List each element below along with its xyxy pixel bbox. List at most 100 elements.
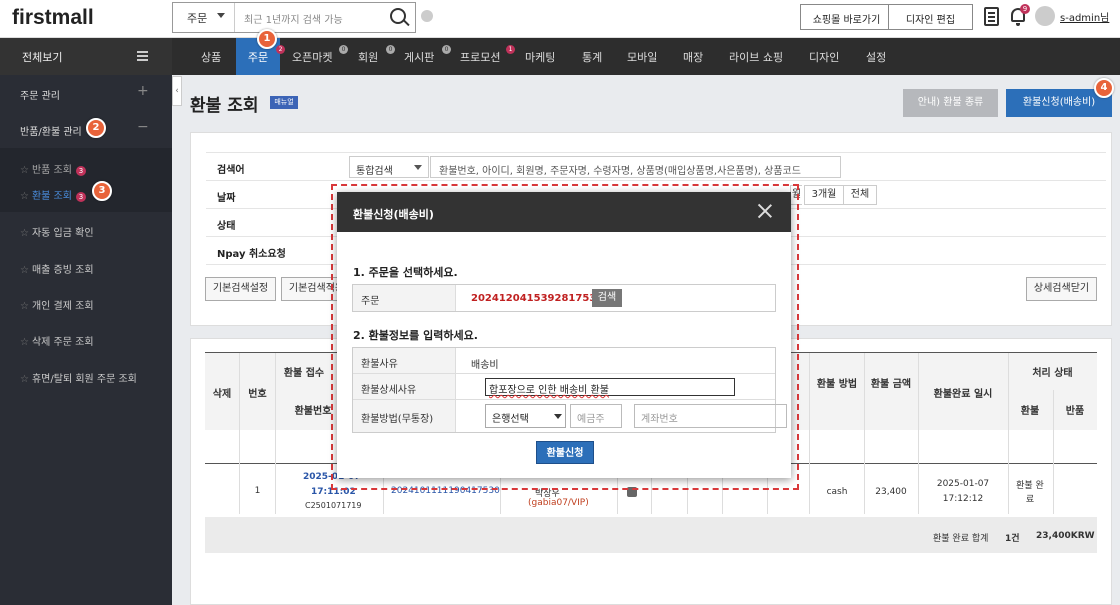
nav-stats[interactable]: 통계 (582, 49, 602, 65)
manual-badge[interactable]: 매뉴얼 (270, 96, 298, 109)
sidebar-collapse-button[interactable]: ‹ (172, 76, 182, 106)
nav-product[interactable]: 상품 (201, 49, 221, 65)
search-type-select[interactable]: 통합검색 (349, 156, 429, 178)
sidebar-item-dormant-orders[interactable]: ☆ 휴면/탈퇴 회원 주문 조회 (20, 370, 137, 385)
filter-status-label: 상태 (217, 221, 236, 232)
divider (206, 180, 1106, 181)
all-view-toggle[interactable]: 전체보기 (0, 38, 172, 75)
nav-promotion[interactable]: 프로모션 (460, 49, 500, 65)
return-view-badge: 3 (75, 166, 86, 176)
firstmall-logo[interactable]: firstmall (12, 6, 94, 30)
sidebar-item-order-manage[interactable]: 주문 관리 (20, 87, 60, 102)
row-method: cash (826, 487, 848, 497)
row-refund-code: C2501071719 (305, 501, 362, 510)
account-holder-input[interactable]: 예금주 (570, 404, 622, 428)
th-received: 환불 접수 (283, 368, 325, 379)
refund-view-label: 환불 조회 (31, 191, 72, 202)
sidebar-item-return-view[interactable]: ☆ 반품 조회 3 (20, 161, 86, 176)
order-search-button[interactable]: 검색 (592, 289, 622, 307)
refund-submit-button[interactable]: 환불신청 (536, 441, 594, 464)
account-number-input[interactable]: 계좌번호 (634, 404, 787, 428)
detail-reason-input[interactable]: 합포장으로 인한 배송비 환불 (485, 378, 735, 396)
th-no: 번호 (248, 389, 267, 400)
nav-openmarket[interactable]: 오픈마켓 (292, 49, 332, 65)
top-bar: firstmall 주문 최근 1년까지 검색 가능 쇼핑몰 바로가기 디자인 … (0, 0, 1120, 38)
row-buyer-id[interactable]: (gabia07/VIP) (528, 498, 589, 508)
row-status: 환불 완료 (1016, 481, 1044, 505)
th-refund-done-at: 환불완료 일시 (933, 389, 993, 400)
document-icon[interactable] (984, 7, 999, 26)
star-icon[interactable]: ☆ (20, 228, 29, 239)
search-scope-select[interactable]: 주문 (173, 3, 235, 32)
search-icon[interactable] (390, 8, 406, 24)
plus-icon[interactable]: + (137, 83, 149, 99)
refund-info-table: 환불사유 배송비 환불상세사유 합포장으로 인한 배송비 환불 환불방법(무통장… (352, 347, 787, 433)
divider (918, 353, 919, 514)
refund-view-badge: 3 (75, 192, 86, 202)
search-type-label: 통합검색 (356, 166, 393, 177)
step-callout-3: 3 (92, 181, 112, 201)
nav-store[interactable]: 매장 (683, 49, 703, 65)
sidebar-item-return-manage[interactable]: 반품/환불 관리 (20, 123, 82, 138)
nav-live-shopping[interactable]: 라이브 쇼핑 (729, 49, 783, 65)
nav-marketing[interactable]: 마케팅 (525, 49, 555, 65)
bank-select-label: 은행선택 (492, 414, 529, 425)
summary-count: 1건 (1005, 534, 1020, 544)
detail-search-close-button[interactable]: 상세검색닫기 (1026, 277, 1097, 301)
divider (1008, 353, 1009, 514)
bank-select[interactable]: 은행선택 (485, 404, 566, 428)
step1-title: 1. 주문을 선택하세요. (353, 266, 458, 279)
star-icon[interactable]: ☆ (20, 301, 29, 312)
search-input[interactable]: 최근 1년까지 검색 가능 (244, 11, 343, 26)
sidebar-item-deleted-orders[interactable]: ☆ 삭제 주문 조회 (20, 333, 94, 348)
return-view-label: 반품 조회 (31, 165, 72, 176)
refund-guide-button[interactable]: 안내) 환불 종류 (903, 89, 998, 117)
star-icon[interactable]: ☆ (20, 165, 29, 176)
shop-link-button[interactable]: 쇼핑몰 바로가기 (800, 4, 893, 30)
star-icon[interactable]: ☆ (20, 337, 29, 348)
star-icon[interactable]: ☆ (20, 265, 29, 276)
refund-request-modal: 환불신청(배송비) 1. 주문을 선택하세요. 주문 2024120415392… (337, 192, 791, 478)
chevron-down-icon (217, 13, 225, 18)
sidebar-item-label: 삭제 주문 조회 (31, 337, 94, 348)
nav-settings[interactable]: 설정 (866, 49, 886, 65)
order-row: 주문 2024120415392817530 검색 (353, 285, 775, 311)
date-3months-button[interactable]: 3개월 (804, 185, 844, 205)
sidebar-item-refund-view[interactable]: ☆ 환불 조회 3 (20, 187, 86, 202)
summary-total: 23,400KRW (1036, 531, 1095, 541)
nav-design[interactable]: 디자인 (809, 49, 839, 65)
help-icon[interactable] (421, 10, 433, 22)
hamburger-icon (137, 51, 148, 53)
avatar[interactable] (1035, 6, 1055, 26)
admin-user-link[interactable]: s-admin님 (1060, 9, 1109, 24)
row-done-date: 2025-01-07 (936, 479, 990, 489)
main-nav: 전체보기 상품 주문 2 오픈마켓 0 회원 0 게시판 0 프로모션 1 마케… (0, 38, 1120, 75)
global-search: 주문 최근 1년까지 검색 가능 (172, 2, 416, 33)
reason-value: 배송비 (471, 360, 499, 371)
minus-icon[interactable]: − (137, 119, 149, 135)
sidebar-item-personal-payment[interactable]: ☆ 개인 결제 조회 (20, 297, 94, 312)
close-icon[interactable] (758, 204, 772, 218)
search-keyword-input[interactable]: 환불번호, 아이디, 회원명, 주문자명, 수령자명, 상품명(매입상품명,사은… (430, 156, 841, 178)
divider (275, 353, 276, 514)
sidebar-item-label: 매출 증빙 조회 (31, 265, 94, 276)
date-all-button[interactable]: 전체 (843, 185, 877, 205)
chevron-down-icon (414, 165, 422, 170)
nav-order-badge: 2 (276, 45, 285, 54)
filter-npay-label: Npay 취소요청 (217, 249, 286, 260)
nav-mobile[interactable]: 모바일 (627, 49, 657, 65)
sidebar-item-sales-evidence[interactable]: ☆ 매출 증빙 조회 (20, 261, 94, 276)
sidebar-item-auto-deposit[interactable]: ☆ 자동 입금 확인 (20, 224, 94, 239)
star-icon[interactable]: ☆ (20, 374, 29, 385)
nav-board[interactable]: 게시판 (404, 49, 434, 65)
star-icon[interactable]: ☆ (20, 191, 29, 202)
reason-label: 환불사유 (353, 348, 456, 373)
method-label: 환불방법(무통장) (353, 400, 456, 432)
basic-search-setting-button[interactable]: 기본검색설정 (205, 277, 276, 301)
step2-title: 2. 환불정보를 입력하세요. (353, 329, 478, 342)
method-row: 환불방법(무통장) 은행선택 예금주 계좌번호 (353, 400, 787, 432)
sidebar-item-label: 개인 결제 조회 (31, 301, 94, 312)
design-edit-button[interactable]: 디자인 편집 (888, 4, 973, 30)
all-view-label: 전체보기 (22, 51, 63, 64)
nav-member[interactable]: 회원 (358, 49, 378, 65)
